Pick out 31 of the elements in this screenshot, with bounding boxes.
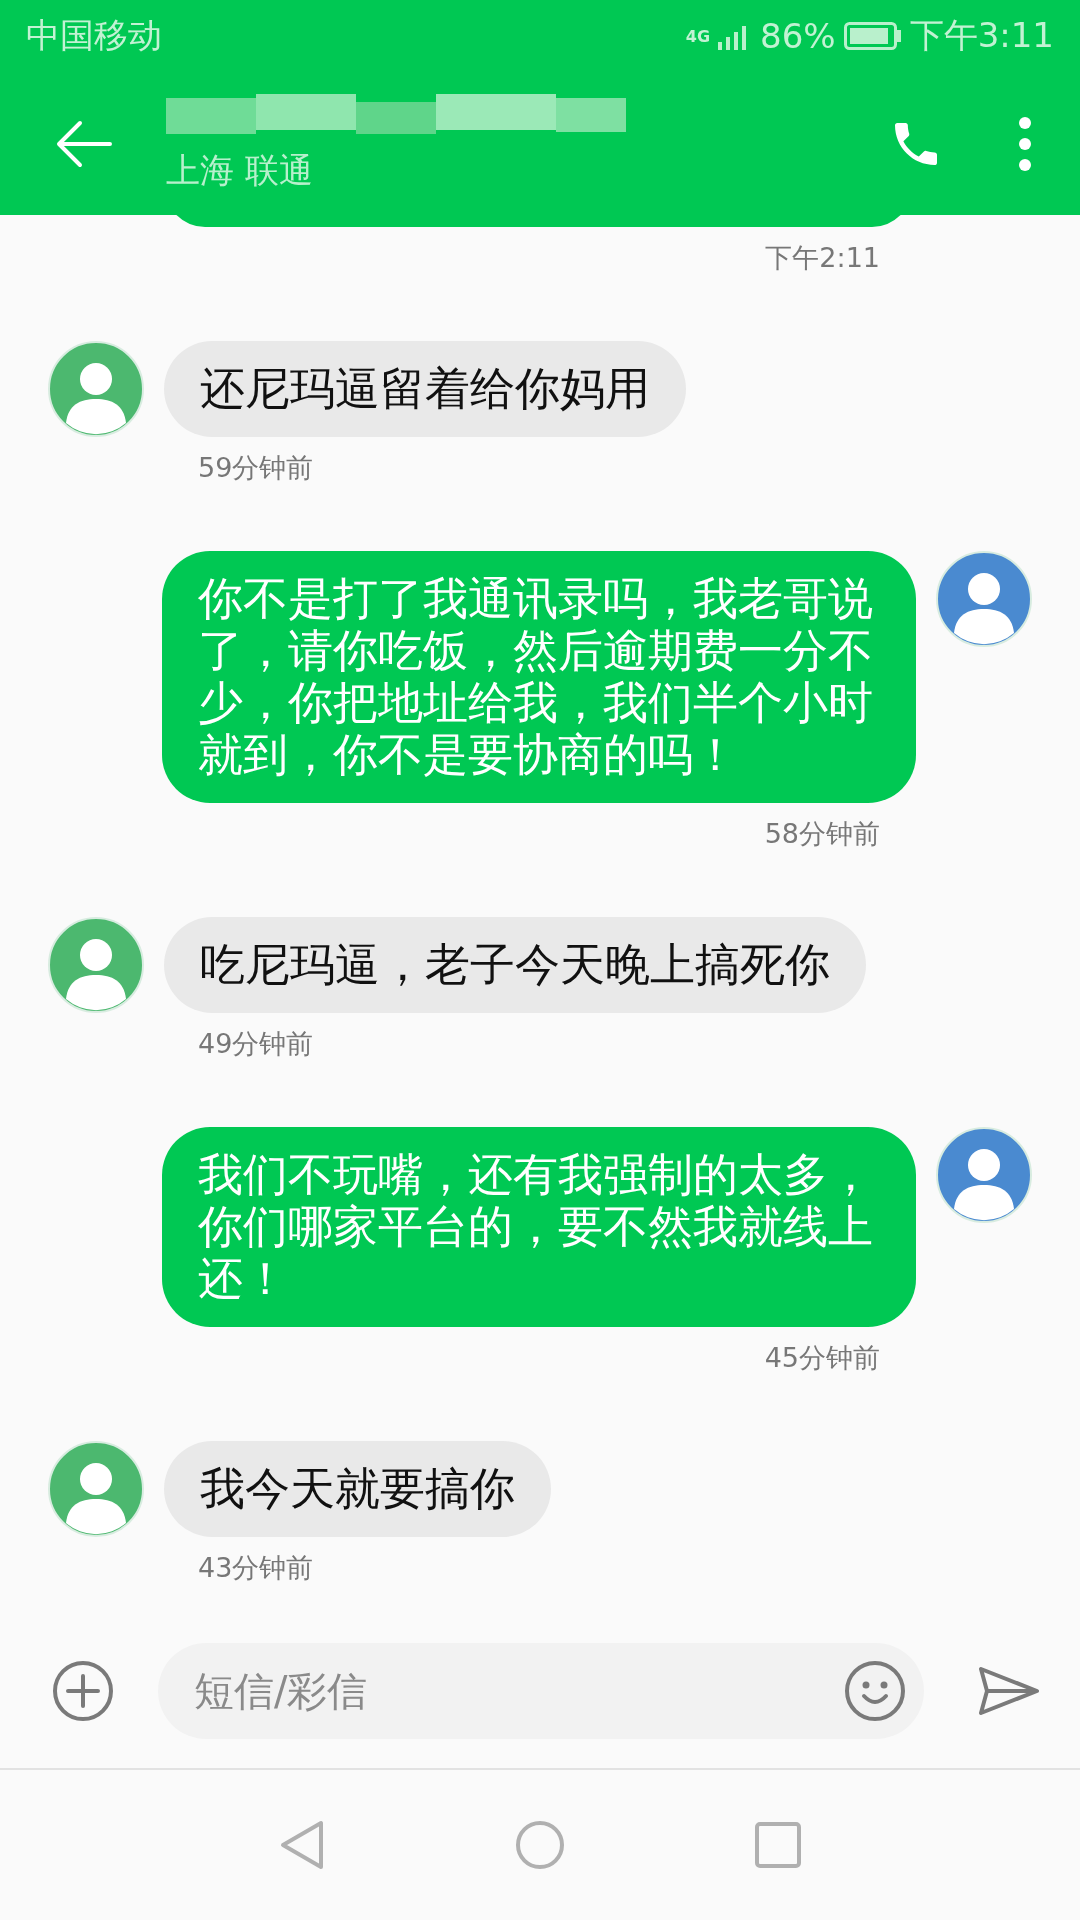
avatar-icon [936, 1127, 1032, 1223]
avatar-icon [48, 917, 144, 1013]
clock: 下午3:11 [909, 14, 1054, 57]
back-icon[interactable] [279, 1819, 325, 1871]
more-options-icon[interactable] [1018, 115, 1032, 172]
home-icon[interactable] [515, 1820, 565, 1870]
message-time: 58分钟前 [764, 817, 880, 851]
battery-percent: 86% [760, 16, 836, 56]
send-icon[interactable] [978, 1666, 1040, 1716]
message-bubble: 吃尼玛逼，老子今天晚上搞死你 [164, 917, 866, 1013]
carrier-name: 中国移动 [26, 14, 162, 57]
message-bubble: 还尼玛逼留着给你妈用 [164, 341, 686, 437]
back-arrow-icon[interactable] [56, 119, 112, 168]
battery-icon [843, 22, 902, 50]
add-icon[interactable] [52, 1660, 114, 1722]
message-bubble: 我们不玩嘴，还有我强制的太多，你们哪家平台的，要不然我就线上还！ [162, 1127, 916, 1327]
message-bubble: 你不是打了我通讯录吗，我老哥说了，请你吃饭，然后逾期费一分不少，你把地址给我，我们半个小时就到，你不是要协商的吗！ [162, 551, 916, 803]
message-time: 下午2:11 [765, 241, 880, 275]
message-field[interactable]: 短信/彩信 [158, 1643, 924, 1739]
avatar-icon [48, 341, 144, 437]
message-time: 49分钟前 [198, 1027, 314, 1061]
message-time: 43分钟前 [198, 1551, 314, 1585]
emoji-icon[interactable] [844, 1660, 906, 1722]
avatar-icon [48, 1441, 144, 1537]
contact-carrier: 上海 联通 [166, 148, 314, 192]
recent-apps-icon[interactable] [755, 1822, 801, 1868]
message-time: 59分钟前 [198, 451, 314, 485]
message-time: 45分钟前 [764, 1341, 880, 1375]
avatar-icon [936, 551, 1032, 647]
message-bubble: 我今天就要搞你 [164, 1441, 551, 1537]
network-type: 4G [685, 26, 711, 46]
